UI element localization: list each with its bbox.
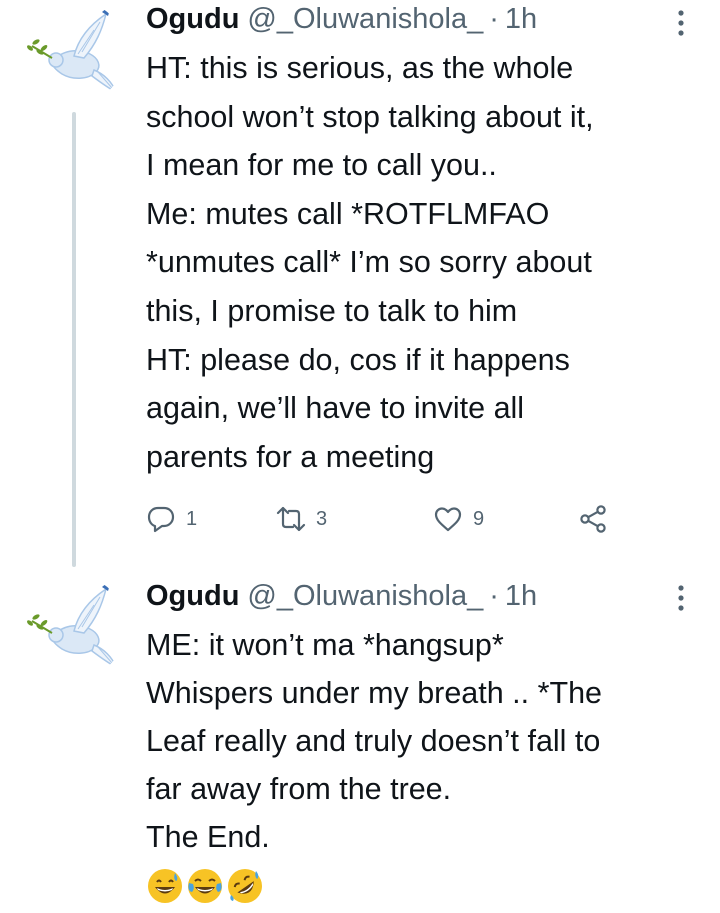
author-handle[interactable]: @_Oluwanishola_ [247, 0, 483, 38]
tweet-text: ME: it won’t ma *hangsup* Whispers under… [146, 628, 602, 854]
face-with-tears-of-joy-emoji [186, 867, 224, 905]
tweet-header: Ogudu @_Oluwanishola_ · 1h [146, 0, 692, 38]
separator-dot: · [489, 580, 499, 612]
tweet-actions: 1 3 9 [146, 500, 616, 538]
share-button[interactable] [578, 500, 608, 538]
like-count: 9 [473, 507, 485, 530]
avatar[interactable] [22, 575, 126, 679]
tweet-content: Ogudu @_Oluwanishola_ · 1h HT: this is s… [146, 0, 692, 481]
dove-with-olive-branch-icon [27, 4, 118, 94]
retweet-icon [276, 506, 306, 532]
avatar[interactable] [22, 0, 126, 104]
emoji-row [146, 867, 692, 905]
more-options-icon[interactable] [676, 8, 686, 38]
timestamp[interactable]: 1h [505, 0, 537, 38]
separator-dot: · [489, 3, 499, 35]
retweet-button[interactable]: 3 [276, 500, 327, 538]
author-name[interactable]: Ogudu [146, 577, 239, 615]
share-icon [580, 505, 606, 533]
thread-connector-line [72, 112, 76, 567]
like-button[interactable]: 9 [433, 500, 484, 538]
author-name[interactable]: Ogudu [146, 0, 239, 38]
tweet-content: Ogudu @_Oluwanishola_ · 1h ME: it won’t … [146, 577, 692, 905]
timestamp[interactable]: 1h [505, 577, 537, 615]
rolling-on-the-floor-laughing-emoji [226, 867, 264, 905]
tweet-text: HT: this is serious, as the whole school… [146, 51, 594, 474]
retweet-count: 3 [316, 507, 328, 530]
tweet[interactable]: Ogudu @_Oluwanishola_ · 1h ME: it won’t … [0, 565, 720, 913]
more-options-icon[interactable] [676, 583, 686, 613]
author-handle[interactable]: @_Oluwanishola_ [247, 577, 483, 615]
reply-button[interactable]: 1 [146, 500, 197, 538]
tweet[interactable]: Ogudu @_Oluwanishola_ · 1h HT: this is s… [0, 0, 720, 567]
heart-icon [434, 507, 462, 532]
reply-count: 1 [186, 507, 198, 530]
dove-with-olive-branch-icon [27, 579, 118, 669]
reply-icon [147, 506, 175, 533]
tweet-header: Ogudu @_Oluwanishola_ · 1h [146, 577, 692, 615]
grinning-face-with-sweat-emoji [146, 867, 184, 905]
